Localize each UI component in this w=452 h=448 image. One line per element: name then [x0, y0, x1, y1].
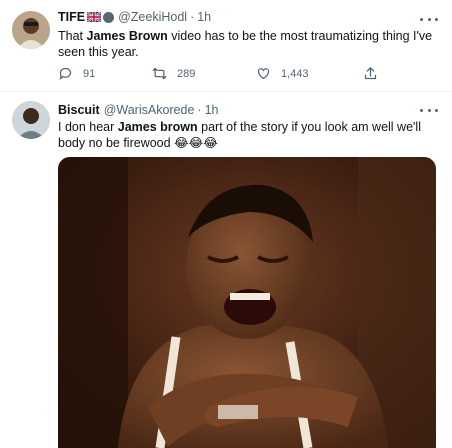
tweet-text: That James Brown video has to be the mos… — [58, 28, 442, 60]
tweet-actions: 91 289 1,443 — [58, 66, 388, 82]
crying-man-photo — [58, 157, 436, 448]
reply-button[interactable]: 91 — [58, 66, 95, 81]
reply-icon — [59, 67, 72, 81]
reply-count: 91 — [83, 67, 96, 80]
display-name[interactable]: TIFE — [58, 10, 85, 24]
tweet-image[interactable] — [58, 157, 436, 448]
tweet-text-part: I don hear — [58, 120, 118, 134]
more-icon — [420, 17, 423, 21]
more-icon — [420, 108, 423, 112]
more-options-button[interactable] — [420, 103, 438, 117]
uk-flag-icon — [87, 12, 102, 22]
timestamp[interactable]: 1h — [205, 103, 219, 117]
share-button[interactable] — [363, 66, 378, 81]
like-button[interactable]: 1,443 — [256, 66, 309, 81]
tweet-header: TIFE @ZeekiHodl · 1h — [58, 10, 211, 24]
tweet[interactable]: Biscuit @WarisAkorede · 1h I don hear Ja… — [0, 93, 452, 448]
avatar[interactable] — [12, 101, 50, 139]
tweet-text-bold: James brown — [117, 120, 198, 134]
heart-icon — [257, 68, 270, 80]
retweet-icon — [152, 67, 167, 80]
tweet-header: Biscuit @WarisAkorede · 1h — [58, 103, 219, 117]
separator-dot: · — [190, 10, 195, 24]
retweet-button[interactable]: 289 — [152, 66, 195, 81]
display-name[interactable]: Biscuit — [58, 103, 100, 117]
more-options-button[interactable] — [420, 12, 438, 26]
retweet-count: 289 — [177, 67, 196, 80]
badge-icon — [103, 11, 115, 23]
avatar[interactable] — [12, 11, 50, 49]
user-handle[interactable]: @ZeekiHodl — [118, 10, 187, 24]
tweet-text-bold: James Brown — [86, 29, 168, 43]
user-handle[interactable]: @WarisAkorede — [104, 103, 195, 117]
tweet[interactable]: TIFE @ZeekiHodl · 1h That James Brown vi… — [0, 0, 452, 92]
timestamp[interactable]: 1h — [197, 10, 211, 24]
separator-dot: · — [197, 103, 202, 117]
share-icon — [364, 67, 377, 80]
tweet-text: I don hear James brown part of the story… — [58, 119, 442, 151]
tweet-text-part: That — [58, 29, 87, 43]
like-count: 1,443 — [281, 67, 309, 80]
